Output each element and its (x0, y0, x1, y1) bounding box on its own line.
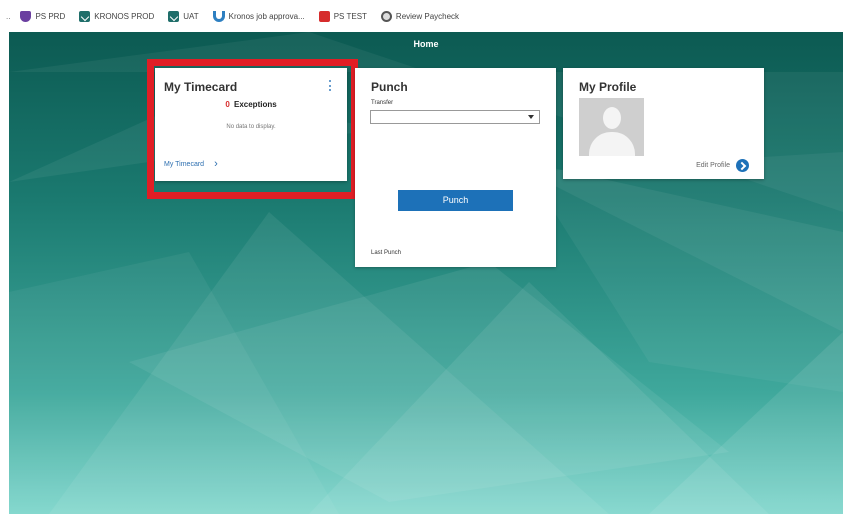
exceptions-count: 0 (225, 100, 230, 109)
chevron-down-icon (528, 115, 534, 119)
kronos-icon (168, 10, 180, 22)
timecard-title: My Timecard (164, 80, 238, 94)
more-options-icon[interactable] (329, 80, 332, 91)
bookmark-kronos-job-approval[interactable]: Kronos job approva... (212, 10, 305, 22)
exceptions-summary[interactable]: 0 Exceptions (155, 100, 347, 109)
bookmark-label: PS TEST (333, 11, 367, 21)
punch-button[interactable]: Punch (398, 190, 513, 211)
bookmark-kronos-prod[interactable]: KRONOS PROD (79, 10, 155, 22)
last-punch-label: Last Punch (371, 250, 402, 256)
bookmark-label: UAT (183, 11, 199, 21)
globe-icon (380, 10, 392, 22)
kronos-icon (79, 10, 91, 22)
bookmarks-overflow[interactable]: .. (6, 12, 10, 21)
timecard-card: My Timecard 0 Exceptions No data to disp… (155, 68, 347, 181)
magnet-icon (212, 10, 225, 22)
bookmark-label: Review Paycheck (395, 11, 460, 21)
edit-profile-link[interactable]: Edit Profile (696, 159, 749, 172)
avatar-body (589, 132, 635, 156)
red-square-icon (318, 10, 330, 22)
edit-profile-label: Edit Profile (696, 162, 730, 169)
avatar (579, 98, 644, 156)
bookmark-review-paycheck[interactable]: Review Paycheck (380, 10, 460, 22)
bookmark-ps-test[interactable]: PS TEST (318, 10, 367, 22)
page-title: Home (413, 39, 439, 49)
bookmark-ps-prd[interactable]: PS PRD (20, 10, 66, 22)
profile-title: My Profile (579, 80, 637, 94)
app-area: Home My Timecard 0 Exceptions No data to… (9, 32, 843, 514)
transfer-label: Transfer (371, 100, 394, 106)
bookmark-label: KRONOS PROD (94, 11, 155, 21)
bookmarks-bar: .. PS PRD KRONOS PROD UAT Kronos job app… (0, 0, 843, 32)
punch-card: Punch Transfer Punch Last Punch (355, 68, 556, 267)
chevron-right-icon: › (214, 158, 218, 170)
bookmark-label: PS PRD (35, 11, 66, 21)
my-timecard-link-label: My Timecard (164, 160, 205, 168)
punch-title: Punch (371, 80, 408, 94)
profile-card: My Profile Edit Profile (563, 68, 764, 179)
arrow-right-circle-icon (736, 159, 749, 172)
exceptions-label: Exceptions (234, 100, 277, 109)
avatar-head (603, 107, 621, 129)
my-timecard-link[interactable]: My Timecard › (164, 158, 218, 170)
shield-icon (20, 10, 32, 22)
bookmark-uat[interactable]: UAT (168, 10, 199, 22)
bookmark-label: Kronos job approva... (228, 11, 305, 21)
transfer-select[interactable] (370, 110, 540, 124)
no-data-message: No data to display. (226, 124, 276, 130)
